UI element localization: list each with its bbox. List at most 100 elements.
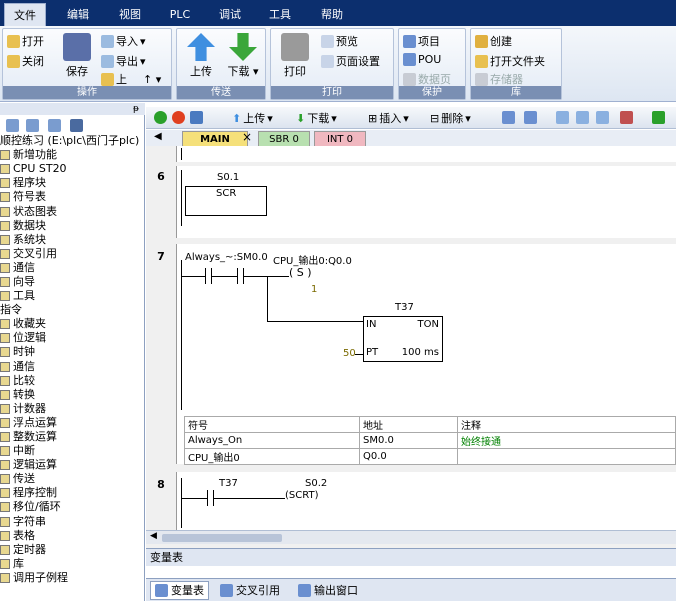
- tree-item[interactable]: 定时器: [0, 543, 145, 557]
- project-label: 项目: [418, 35, 440, 48]
- tree-item[interactable]: 调用子例程: [0, 571, 145, 585]
- tree-item[interactable]: 位逻辑: [0, 331, 145, 345]
- contact-icon[interactable]: [556, 111, 569, 124]
- close-icon[interactable]: ×: [242, 130, 252, 144]
- tree-instructions-root[interactable]: 指令: [0, 303, 145, 317]
- open-button[interactable]: 打开: [7, 33, 44, 49]
- bookmark-icon[interactable]: [524, 111, 537, 124]
- export-button[interactable]: 导出 ▾: [101, 53, 146, 69]
- data-page-button[interactable]: 数据页: [403, 71, 451, 87]
- tree-item[interactable]: 计数器: [0, 402, 145, 416]
- scrollbar-thumb[interactable]: [162, 534, 282, 542]
- scr-box[interactable]: SCR: [185, 186, 267, 216]
- coil-icon[interactable]: [576, 111, 589, 124]
- preview-button[interactable]: 预览: [321, 33, 358, 49]
- tab-tools[interactable]: 工具: [258, 3, 302, 26]
- tree-item[interactable]: 时钟: [0, 345, 145, 359]
- tab-edit[interactable]: 编辑: [56, 3, 100, 26]
- tab-help[interactable]: 帮助: [310, 3, 354, 26]
- scrt-coil[interactable]: (SCRT): [285, 490, 318, 501]
- tab-sbr0[interactable]: SBR 0: [258, 131, 310, 146]
- table-row[interactable]: Always_On SM0.0 始终接通: [184, 432, 676, 449]
- pou-button[interactable]: POU: [403, 53, 441, 66]
- go-icon[interactable]: [652, 111, 665, 124]
- tree-item[interactable]: 移位/循环: [0, 500, 145, 514]
- tree-item[interactable]: 字符串: [0, 515, 145, 529]
- network-6[interactable]: S0.1 SCR: [176, 166, 676, 238]
- import-button[interactable]: 导入 ▾: [101, 33, 146, 49]
- tree-item[interactable]: 收藏夹: [0, 317, 145, 331]
- upload-button[interactable]: 上传: [181, 33, 221, 79]
- monitor-icon[interactable]: [70, 119, 83, 132]
- delete-button[interactable]: ⊟ 删除 ▾: [430, 110, 471, 126]
- list-icon[interactable]: [26, 119, 39, 132]
- up-button[interactable]: 上 ↑ ▾: [101, 71, 161, 87]
- ladder-editor[interactable]: 6 S0.1 SCR 7 Always_~:SM0.0 CPU_输出0:Q0.0…: [146, 146, 676, 548]
- create-button[interactable]: 创建: [475, 33, 512, 49]
- insert-button[interactable]: ⊞ 插入 ▾: [368, 110, 409, 126]
- tab-debug[interactable]: 调试: [208, 3, 252, 26]
- network-icon[interactable]: [502, 111, 515, 124]
- tree-item[interactable]: 新增功能: [0, 148, 145, 162]
- close-button[interactable]: 关闭: [7, 53, 44, 69]
- data-page-icon: [403, 72, 416, 86]
- tree-item[interactable]: 系统块: [0, 233, 145, 247]
- editor-download-button[interactable]: ⬇ 下载 ▾: [296, 110, 337, 126]
- box-icon[interactable]: [596, 111, 609, 124]
- variable-table-header[interactable]: 变量表: [146, 548, 676, 566]
- tree-item[interactable]: 程序控制: [0, 486, 145, 500]
- tree-node-icon: [0, 276, 10, 287]
- tree-item[interactable]: 通信: [0, 261, 145, 275]
- stop-icon[interactable]: [172, 111, 185, 124]
- compile-icon[interactable]: [190, 111, 203, 124]
- tree-project-root[interactable]: 顺控练习 (E:\plc\西门子plc): [0, 134, 145, 148]
- memory-label: 存储器: [490, 73, 523, 86]
- ton-timer-box[interactable]: IN TON PT 100 ms: [363, 316, 443, 362]
- editor-upload-button[interactable]: ⬆ 上传 ▾: [232, 110, 273, 126]
- tab-scroll-left-icon[interactable]: ◀: [154, 131, 162, 142]
- tree-item[interactable]: 符号表: [0, 190, 145, 204]
- table-icon[interactable]: [48, 119, 61, 132]
- tree-item[interactable]: CPU ST20: [0, 162, 145, 176]
- tree-item[interactable]: 传送: [0, 472, 145, 486]
- tab-plc[interactable]: PLC: [158, 3, 202, 26]
- run-icon[interactable]: [154, 111, 167, 124]
- tree-item[interactable]: 表格: [0, 529, 145, 543]
- tree-item[interactable]: 比较: [0, 374, 145, 388]
- save-button[interactable]: 保存: [59, 33, 95, 79]
- tab-cross-reference[interactable]: 交叉引用: [216, 581, 284, 600]
- print-button[interactable]: 打印: [277, 33, 313, 79]
- tree-item[interactable]: 转换: [0, 388, 145, 402]
- tab-variable-table[interactable]: 变量表: [150, 581, 209, 600]
- tree-item[interactable]: 程序块: [0, 176, 145, 190]
- tree-item[interactable]: 状态图表: [0, 204, 145, 218]
- panel-pin[interactable]: ᵽ: [0, 103, 145, 115]
- memory-button[interactable]: 存储器: [475, 71, 523, 87]
- tree-item[interactable]: 逻辑运算: [0, 458, 145, 472]
- tree-item[interactable]: 向导: [0, 275, 145, 289]
- tree-item[interactable]: 工具: [0, 289, 145, 303]
- tab-view[interactable]: 视图: [108, 3, 152, 26]
- open-folder-button[interactable]: 打开文件夹: [475, 53, 545, 69]
- horizontal-scrollbar[interactable]: ◀: [146, 530, 676, 544]
- view-icon[interactable]: [6, 119, 19, 132]
- tree-item[interactable]: 浮点运算: [0, 416, 145, 430]
- tab-int0[interactable]: INT 0: [314, 131, 366, 146]
- network-8[interactable]: T37 S0.2 (SCRT): [176, 472, 676, 532]
- tree-item[interactable]: 数据块: [0, 219, 145, 233]
- tree-item[interactable]: 通信: [0, 360, 145, 374]
- tree-item[interactable]: 整数运算: [0, 430, 145, 444]
- scroll-left-icon[interactable]: ◀: [150, 531, 157, 541]
- tree-item[interactable]: 库: [0, 557, 145, 571]
- tree-item[interactable]: 交叉引用: [0, 247, 145, 261]
- tab-output-window[interactable]: 输出窗口: [294, 581, 362, 600]
- clear-icon[interactable]: [620, 111, 633, 124]
- tree-item[interactable]: 中断: [0, 444, 145, 458]
- table-row[interactable]: CPU_输出0 Q0.0: [184, 448, 676, 465]
- project-button[interactable]: 项目: [403, 33, 440, 49]
- page-setup-button[interactable]: 页面设置: [321, 53, 380, 69]
- tab-main[interactable]: MAIN: [182, 131, 248, 146]
- download-button[interactable]: 下载 ▾: [223, 33, 263, 79]
- set-coil[interactable]: ( S ): [289, 266, 312, 279]
- tab-file[interactable]: 文件: [4, 3, 46, 26]
